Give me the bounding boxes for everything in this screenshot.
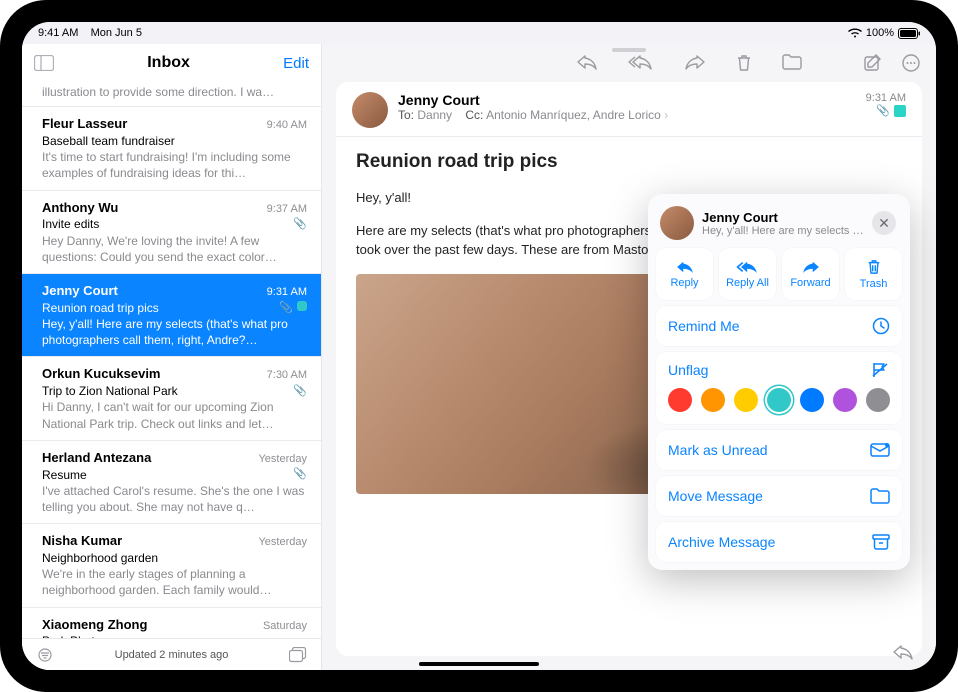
flag-color-option[interactable] [800,388,824,412]
attachment-icon: 📎 [293,385,307,397]
sidebar-footer: Updated 2 minutes ago [22,638,321,670]
mail-item-fragment[interactable]: illustration to provide some direction. … [22,82,321,107]
attachment-icon: 📎 [279,302,293,314]
screen: 9:41 AM Mon Jun 5 100% Inbox Edit [22,22,936,670]
inbox-title: Inbox [54,54,283,72]
sidebar-header: Inbox Edit [22,44,321,82]
status-date: Mon Jun 5 [91,27,142,39]
trash-button[interactable]: Trash [845,248,902,300]
forward-icon[interactable] [684,54,706,72]
updated-label: Updated 2 minutes ago [54,649,289,661]
forward-button[interactable]: Forward [782,248,839,300]
status-bar: 9:41 AM Mon Jun 5 100% [22,22,936,44]
windows-icon[interactable] [289,647,307,663]
envelope-icon [870,443,890,457]
remind-me-button[interactable]: Remind Me [656,306,902,346]
flag-color-option[interactable] [701,388,725,412]
mail-item[interactable]: Anthony Wu9:37 AMInvite edits📎Hey Danny,… [22,191,321,274]
reply-all-icon[interactable] [628,54,654,72]
popover-preview: Hey, y'all! Here are my selects (that's… [702,225,864,237]
flag-colors [668,388,890,412]
ipad-frame: 9:41 AM Mon Jun 5 100% Inbox Edit [0,0,958,692]
mail-list[interactable]: illustration to provide some direction. … [22,82,321,638]
reply-icon[interactable] [576,54,598,72]
sender-name[interactable]: Jenny Court [398,92,856,108]
message-header: Jenny Court To: Danny Cc: Antonio Manríq… [336,82,922,137]
mark-unread-button[interactable]: Mark as Unread [656,430,902,470]
quick-reply-icon[interactable] [892,644,914,660]
battery-icon [898,28,920,39]
sender-avatar[interactable] [352,92,388,128]
close-icon[interactable]: ✕ [872,211,896,235]
mail-item[interactable]: Fleur Lasseur9:40 AMBaseball team fundra… [22,107,321,190]
flag-indicator [894,105,906,117]
archive-icon [872,534,890,550]
reply-all-button[interactable]: Reply All [719,248,776,300]
folder-icon[interactable] [782,54,802,72]
mail-item[interactable]: Nisha KumarYesterdayNeighborhood gardenW… [22,524,321,607]
flag-color-option[interactable] [866,388,890,412]
clock-icon [872,317,890,335]
popover-sender: Jenny Court [702,210,864,225]
sidebar: Inbox Edit illustration to provide some … [22,44,322,670]
mail-item[interactable]: Orkun Kucuksevim7:30 AMTrip to Zion Nati… [22,357,321,440]
status-right: 100% [848,27,920,39]
status-time: 9:41 AM [38,27,78,39]
sidebar-toggle-icon[interactable] [34,55,54,71]
compose-icon[interactable] [864,54,882,72]
mail-item[interactable]: Jenny Court9:31 AMReunion road trip pics… [22,274,321,357]
move-message-button[interactable]: Move Message [656,476,902,516]
recipients-line[interactable]: To: Danny Cc: Antonio Manríquez, Andre L… [398,108,856,122]
flag-icon [297,301,307,311]
filter-icon[interactable] [36,648,54,662]
mail-preview: illustration to provide some direction. … [42,84,307,100]
home-indicator[interactable] [419,662,539,666]
flag-section: Unflag [656,352,902,424]
mail-app: Inbox Edit illustration to provide some … [22,44,936,670]
popover-avatar [660,206,694,240]
popover-header: Jenny Court Hey, y'all! Here are my sele… [656,202,902,248]
message-time: 9:31 AM [866,92,906,104]
trash-icon[interactable] [736,54,752,72]
flag-color-option[interactable] [833,388,857,412]
flag-color-option[interactable] [668,388,692,412]
flag-color-option[interactable] [734,388,758,412]
attachment-icon: 📎 [293,468,307,480]
unflag-icon [872,362,890,378]
flag-color-option[interactable] [767,388,791,412]
folder-move-icon [870,488,890,504]
reply-button[interactable]: Reply [656,248,713,300]
wifi-icon [848,28,862,38]
content-pane: Jenny Court To: Danny Cc: Antonio Manríq… [322,44,936,670]
mail-item[interactable]: Xiaomeng ZhongSaturdayPark PhotosHi Dann… [22,608,321,638]
unflag-button[interactable]: Unflag [668,362,708,378]
battery-percent: 100% [866,27,894,39]
attachment-icon: 📎 [876,104,890,117]
edit-button[interactable]: Edit [283,55,309,72]
message-toolbar [322,44,936,82]
message-actions-popover: Jenny Court Hey, y'all! Here are my sele… [648,194,910,570]
message-subject: Reunion road trip pics [356,151,902,173]
attachment-icon: 📎 [293,218,307,230]
more-icon[interactable] [902,54,920,72]
archive-message-button[interactable]: Archive Message [656,522,902,562]
mail-item[interactable]: Herland AntezanaYesterdayResume📎I've att… [22,441,321,524]
status-left: 9:41 AM Mon Jun 5 [38,27,142,39]
